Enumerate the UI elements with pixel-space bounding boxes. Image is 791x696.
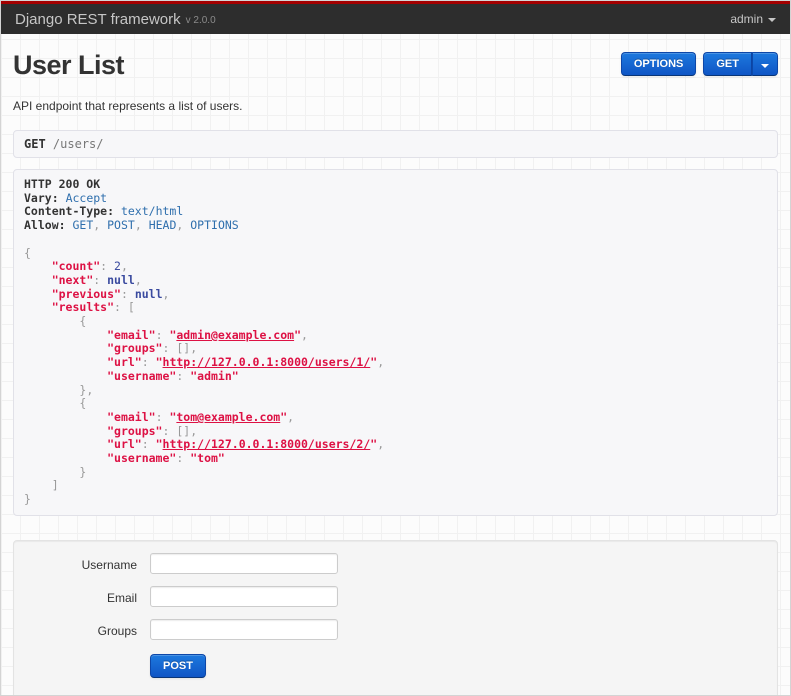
- request-path: /users/: [52, 137, 104, 151]
- username-label: Username: [81, 557, 137, 572]
- email-field[interactable]: [150, 585, 338, 607]
- groups-field[interactable]: [150, 618, 338, 640]
- response-link[interactable]: tom@example.com: [176, 410, 280, 424]
- options-button[interactable]: OPTIONS: [620, 52, 697, 76]
- user-menu-label: admin: [730, 12, 763, 26]
- post-button[interactable]: POST: [150, 653, 206, 678]
- browser-viewport: Django REST framework v 2.0.0 admin User…: [0, 0, 791, 696]
- version-label: v 2.0.0: [185, 14, 216, 26]
- response-link[interactable]: http://127.0.0.1:8000/users/1/: [163, 355, 371, 369]
- endpoint-description: API endpoint that represents a list of u…: [13, 99, 243, 113]
- form-row-username: Username: [14, 552, 777, 574]
- toolbar: OPTIONS GET: [620, 50, 778, 76]
- form-row-groups: Groups: [14, 618, 777, 640]
- get-button[interactable]: GET: [703, 52, 752, 76]
- navbar: Django REST framework v 2.0.0 admin: [1, 4, 790, 34]
- email-label: Email: [106, 590, 137, 605]
- brand-link[interactable]: Django REST framework: [15, 11, 181, 28]
- response-link[interactable]: admin@example.com: [176, 328, 294, 342]
- caret-down-icon: [768, 18, 776, 22]
- post-form: Username Email Groups POST: [14, 552, 777, 678]
- caret-down-icon: [761, 64, 769, 68]
- groups-label: Groups: [97, 623, 137, 638]
- get-format-dropdown-button[interactable]: [752, 52, 778, 76]
- submit-row: POST: [150, 653, 777, 678]
- form-row-email: Email: [14, 585, 777, 607]
- response-pre: HTTP 200 OK Vary: Accept Content-Type: t…: [13, 169, 778, 516]
- page-header: User List OPTIONS GET: [13, 50, 778, 80]
- post-form-panel: Username Email Groups POST: [13, 539, 778, 695]
- user-menu-dropdown[interactable]: admin: [730, 12, 776, 26]
- response-link[interactable]: http://127.0.0.1:8000/users/2/: [163, 437, 371, 452]
- request-method: GET: [24, 137, 46, 151]
- main-content: User List OPTIONS GET API endpoint that …: [1, 34, 790, 695]
- page-title: User List: [13, 50, 125, 80]
- get-split-button: GET: [703, 52, 778, 76]
- request-line: GET /users/: [13, 130, 778, 158]
- username-field[interactable]: [150, 552, 338, 574]
